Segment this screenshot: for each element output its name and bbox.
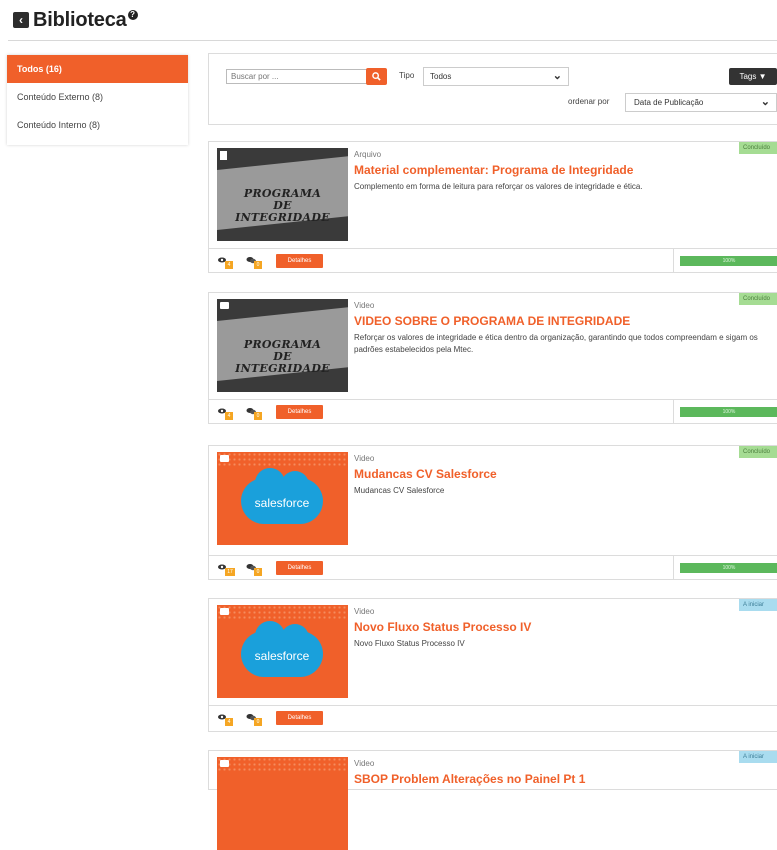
- filter-panel: Tipo Todos ⌄ Tags ▼ ordenar por Data de …: [208, 53, 777, 125]
- details-button[interactable]: Detalhes: [276, 254, 323, 268]
- question-circle-icon[interactable]: ?: [127, 10, 138, 20]
- details-button[interactable]: Detalhes: [276, 561, 323, 575]
- thumbnail-pattern: [217, 605, 348, 621]
- search-icon: [372, 72, 381, 81]
- tags-label: Tags: [739, 72, 757, 81]
- salesforce-logo-text: salesforce: [254, 496, 310, 510]
- card-thumbnail[interactable]: [217, 757, 348, 850]
- comments-count: 0: [254, 412, 262, 420]
- tags-button[interactable]: Tags ▼: [729, 68, 777, 85]
- sidebar: Todos (16) Conteúdo Externo (8) Conteúdo…: [7, 55, 188, 145]
- sidebar-item-conteudo-interno[interactable]: Conteúdo Interno (8): [7, 111, 188, 139]
- card-description: Complemento em forma de leitura para ref…: [354, 182, 643, 191]
- status-badge: Concluído: [739, 142, 777, 154]
- progress-bar: 100%: [680, 407, 777, 417]
- card-footer: 17 0 Detalhes 100%: [209, 555, 777, 580]
- header-divider: [8, 40, 777, 41]
- page-header: ‹ Biblioteca ?: [13, 5, 138, 35]
- card-footer: 4 0 Detalhes: [209, 705, 777, 730]
- tipo-select-value: Todos: [430, 72, 452, 81]
- details-button[interactable]: Detalhes: [276, 711, 323, 725]
- card-type: Video: [354, 607, 375, 616]
- chevron-left-icon[interactable]: ‹: [13, 12, 29, 28]
- views-count: 17: [225, 568, 235, 576]
- card-title[interactable]: VIDEO SOBRE O PROGRAMA DE INTEGRIDADE: [354, 314, 630, 328]
- comments-count: 0: [254, 261, 262, 269]
- card-description: Novo Fluxo Status Processo IV: [354, 639, 465, 648]
- progress-bar: 100%: [680, 563, 777, 573]
- progress-bar: 100%: [680, 256, 777, 266]
- comments-count: 0: [254, 568, 262, 576]
- card-thumbnail[interactable]: PROGRAMA DE INTEGRIDADE: [217, 148, 348, 241]
- views-count: 4: [225, 412, 233, 420]
- status-badge: A iniciar: [739, 599, 777, 611]
- sidebar-item-conteudo-externo[interactable]: Conteúdo Externo (8): [7, 83, 188, 111]
- card-thumbnail[interactable]: salesforce: [217, 605, 348, 698]
- chevron-down-icon: ⌄: [552, 70, 562, 82]
- ordenar-select[interactable]: Data de Publicação ⌄: [625, 93, 777, 112]
- content-card: salesforce Video Mudancas CV Salesforce …: [208, 445, 777, 580]
- card-thumbnail[interactable]: PROGRAMA DE INTEGRIDADE: [217, 299, 348, 392]
- card-type: Video: [354, 454, 375, 463]
- tipo-select[interactable]: Todos ⌄: [423, 67, 569, 86]
- comments-count: 0: [254, 718, 262, 726]
- card-footer: 4 0 Detalhes 100%: [209, 399, 777, 424]
- search-button[interactable]: [366, 68, 387, 85]
- card-thumbnail[interactable]: salesforce: [217, 452, 348, 545]
- page-title: Biblioteca: [33, 8, 127, 31]
- card-title[interactable]: Material complementar: Programa de Integ…: [354, 163, 633, 177]
- ordenar-select-value: Data de Publicação: [634, 98, 704, 107]
- salesforce-logo-text: salesforce: [254, 649, 310, 663]
- card-description: Reforçar os valores de integridade e éti…: [354, 333, 758, 354]
- content-card: salesforce Video Novo Fluxo Status Proce…: [208, 598, 777, 732]
- card-description: Mudancas CV Salesforce: [354, 486, 445, 495]
- status-badge: Concluído: [739, 293, 777, 305]
- thumbnail-text: PROGRAMA DE INTEGRIDADE: [235, 338, 330, 375]
- video-icon: [220, 760, 229, 767]
- content-card: PROGRAMA DE INTEGRIDADE Video VIDEO SOBRE …: [208, 292, 777, 424]
- footer-divider: [673, 249, 674, 273]
- card-footer: 4 0 Detalhes 100%: [209, 248, 777, 273]
- content-card: PROGRAMA DE INTEGRIDADE Arquivo Material c…: [208, 141, 777, 273]
- card-title[interactable]: Mudancas CV Salesforce: [354, 467, 497, 481]
- views-count: 4: [225, 718, 233, 726]
- footer-divider: [673, 400, 674, 424]
- card-type: Video: [354, 759, 375, 768]
- details-button[interactable]: Detalhes: [276, 405, 323, 419]
- video-icon: [220, 302, 229, 309]
- footer-divider: [673, 556, 674, 580]
- content-card: Video SBOP Problem Alterações no Painel …: [208, 750, 777, 850]
- sidebar-item-todos[interactable]: Todos (16): [7, 55, 188, 83]
- thumbnail-text: PROGRAMA DE INTEGRIDADE: [235, 187, 330, 224]
- chevron-down-icon: ▼: [758, 72, 767, 81]
- file-icon: [220, 151, 227, 160]
- card-type: Video: [354, 301, 375, 310]
- tipo-label: Tipo: [399, 71, 415, 80]
- status-badge: A iniciar: [739, 751, 777, 763]
- thumbnail-pattern: [217, 452, 348, 468]
- chevron-down-icon: ⌄: [760, 96, 770, 108]
- card-type: Arquivo: [354, 150, 382, 159]
- video-icon: [220, 608, 229, 615]
- status-badge: Concluído: [739, 446, 777, 458]
- views-count: 4: [225, 261, 233, 269]
- card-title[interactable]: SBOP Problem Alterações no Painel Pt 1: [354, 772, 585, 786]
- video-icon: [220, 455, 229, 462]
- ordenar-label: ordenar por: [568, 97, 610, 106]
- card-title[interactable]: Novo Fluxo Status Processo IV: [354, 620, 531, 634]
- thumbnail-pattern: [217, 757, 348, 773]
- search-input[interactable]: [226, 69, 368, 84]
